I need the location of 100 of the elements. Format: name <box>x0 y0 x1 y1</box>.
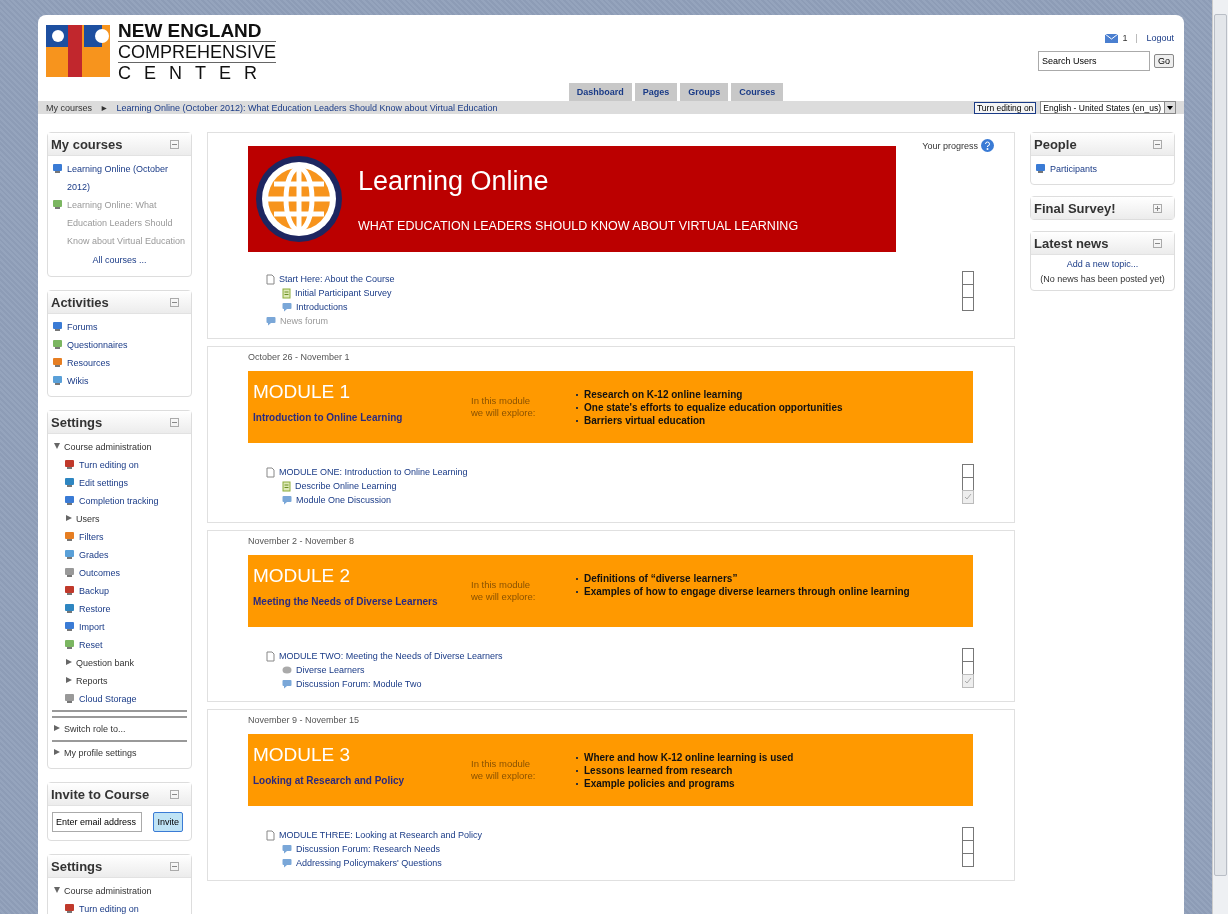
menu-link[interactable]: Cloud Storage <box>79 690 137 708</box>
activity-link[interactable]: Module One Discussion <box>296 493 392 507</box>
activity-link[interactable]: Addressing Policymakers' Questions <box>296 856 442 870</box>
item-icon <box>64 585 75 596</box>
completion-checkbox[interactable] <box>962 840 974 854</box>
go-button[interactable]: Go <box>1154 54 1174 68</box>
logout-link[interactable]: Logout <box>1146 33 1174 43</box>
item-icon <box>64 549 75 560</box>
nav-tab[interactable]: Pages <box>634 83 678 101</box>
help-icon[interactable] <box>981 139 994 152</box>
activity-link[interactable]: Introductions <box>296 300 348 314</box>
tick-icon <box>964 677 972 685</box>
breadcrumb-link[interactable]: My courses <box>46 102 92 113</box>
collapse-icon[interactable] <box>170 140 179 149</box>
add-topic-link[interactable]: Add a new topic... <box>1066 259 1139 269</box>
menu-link[interactable]: Wikis <box>67 372 89 390</box>
language-select[interactable]: English - United States (en_us) <box>1040 101 1176 114</box>
menu-link[interactable]: Turn editing on <box>79 900 139 914</box>
activity-link[interactable]: MODULE TWO: Meeting the Needs of Diverse Learners <box>279 649 503 663</box>
logo-text: COMPREHENSIVE <box>118 42 277 63</box>
completion-checkbox[interactable] <box>962 490 974 504</box>
nav-tab[interactable]: Courses <box>731 83 784 101</box>
tree-item[interactable]: Reports <box>76 672 108 690</box>
menu-link[interactable]: Outcomes <box>79 564 120 582</box>
activity-link[interactable]: Discussion Forum: Research Needs <box>296 842 441 856</box>
completion-checkbox[interactable] <box>962 661 974 675</box>
item-icon <box>64 531 75 542</box>
expand-icon[interactable] <box>1153 204 1162 213</box>
completion-checkbox[interactable] <box>962 827 974 841</box>
tree-item[interactable]: Switch role to... <box>64 720 126 738</box>
email-field[interactable]: Enter email address <box>52 812 142 832</box>
menu-link[interactable]: Filters <box>79 528 104 546</box>
menu-link[interactable]: Grades <box>79 546 109 564</box>
collapse-icon[interactable] <box>1153 140 1162 149</box>
activity-link[interactable]: MODULE ONE: Introduction to Online Learning <box>279 465 468 479</box>
completion-checkbox[interactable] <box>962 853 974 867</box>
tree-item[interactable]: Question bank <box>76 654 135 672</box>
collapse-icon[interactable] <box>1153 239 1162 248</box>
collapse-icon[interactable] <box>170 790 179 799</box>
chat-bubble-icon <box>266 316 276 326</box>
tree-item[interactable]: Course administration <box>64 882 152 900</box>
search-field[interactable]: Search Users <box>1038 51 1150 71</box>
completion-checkbox[interactable] <box>962 464 974 478</box>
activity-link[interactable]: Diverse Learners <box>296 663 365 677</box>
checklist-icon <box>282 287 291 299</box>
module-topic: Definitions of “diverse learners” <box>584 572 738 585</box>
all-courses-link[interactable]: All courses ... <box>92 250 147 270</box>
tree-item[interactable]: Users <box>76 510 100 528</box>
breadcrumb-separator: ► <box>100 102 109 113</box>
activity-link[interactable]: Start Here: About the Course <box>279 272 395 286</box>
menu-link[interactable]: Turn editing on <box>79 456 139 474</box>
block-title: Settings <box>51 859 103 874</box>
completion-checkbox[interactable] <box>962 477 974 491</box>
module-subtitle: Looking at Research and Policy <box>253 775 406 786</box>
menu-link[interactable]: Completion tracking <box>79 492 159 510</box>
collapse-icon[interactable] <box>170 862 179 871</box>
menu-link[interactable]: Edit settings <box>79 474 129 492</box>
menu-link[interactable]: Learning Online (October 2012) <box>67 160 187 196</box>
turn-editing-on-button[interactable]: Turn editing on <box>973 101 1037 114</box>
menu-link[interactable]: Reset <box>79 636 103 654</box>
collapsed-arrow-icon <box>54 749 60 755</box>
menu-link[interactable]: Participants <box>1050 160 1098 178</box>
menu-link[interactable]: Import <box>79 618 105 636</box>
completion-checkbox[interactable] <box>962 674 974 688</box>
item-icon <box>52 375 63 386</box>
activity-link[interactable]: Describe Online Learning <box>295 479 397 493</box>
logo-text: CENTER <box>118 63 271 83</box>
activity-link[interactable]: Discussion Forum: Module Two <box>296 677 422 691</box>
collapse-icon[interactable] <box>170 298 179 307</box>
menu-link[interactable]: Restore <box>79 600 111 618</box>
tree-item[interactable]: My profile settings <box>64 744 137 762</box>
nav-tab[interactable]: Groups <box>680 83 729 101</box>
item-icon <box>64 459 75 470</box>
completion-checkbox[interactable] <box>962 284 974 298</box>
menu-link[interactable]: Forums <box>67 318 98 336</box>
module-topic: Research on K-12 online learning <box>584 388 743 401</box>
module-topic: Example policies and programs <box>584 777 735 790</box>
completion-checkbox[interactable] <box>962 648 974 662</box>
invite-button[interactable]: Invite <box>153 812 183 832</box>
module-title: MODULE 2 <box>253 565 352 587</box>
activity-link[interactable]: Initial Participant Survey <box>295 286 392 300</box>
mail-icon[interactable] <box>1105 33 1119 43</box>
activity-link[interactable]: MODULE THREE: Looking at Research and Policy <box>279 828 482 842</box>
chat-bubble-icon <box>282 858 292 868</box>
block-title: Activities <box>51 295 109 310</box>
completion-checkbox[interactable] <box>962 297 974 311</box>
module-dates: November 9 - November 15 <box>248 715 361 725</box>
breadcrumb-link[interactable]: Learning Online (October 2012): What Education Leaders Should Know about Virtual Education <box>116 102 498 113</box>
collapse-icon[interactable] <box>170 418 179 427</box>
collapsed-arrow-icon <box>54 725 60 731</box>
item-icon <box>64 567 75 578</box>
banner-subtitle: WHAT EDUCATION LEADERS SHOULD KNOW ABOUT VIRTUAL LEARNING <box>358 218 799 233</box>
module-topic: Barriers virtual education <box>584 414 706 427</box>
nav-tab[interactable]: Dashboard <box>568 83 632 101</box>
menu-link[interactable]: Resources <box>67 354 111 372</box>
menu-link[interactable]: Backup <box>79 582 110 600</box>
completion-checkbox[interactable] <box>962 271 974 285</box>
item-icon <box>52 339 63 350</box>
menu-link[interactable]: Questionnaires <box>67 336 128 354</box>
tree-item[interactable]: Course administration <box>64 438 152 456</box>
